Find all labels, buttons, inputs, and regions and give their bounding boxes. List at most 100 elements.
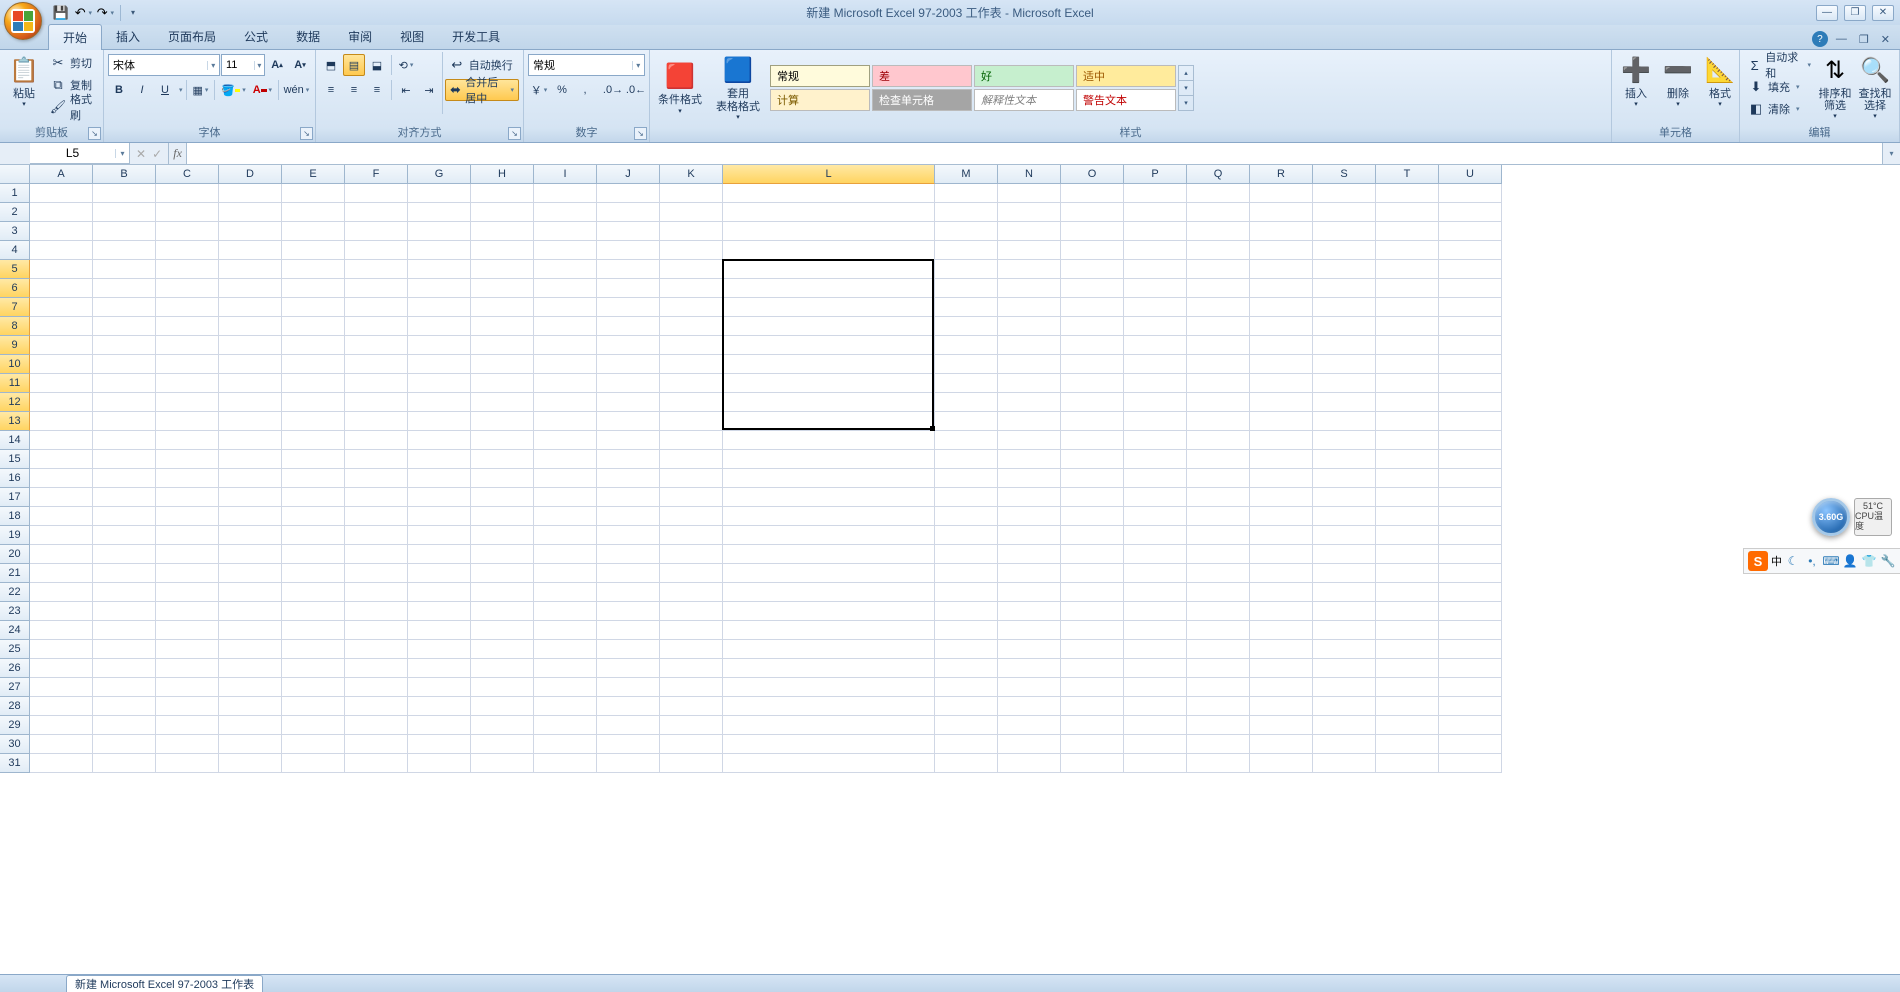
cell[interactable] bbox=[660, 735, 723, 754]
cell[interactable] bbox=[30, 241, 93, 260]
cell[interactable] bbox=[1250, 469, 1313, 488]
cell[interactable] bbox=[219, 564, 282, 583]
cell[interactable] bbox=[660, 507, 723, 526]
cell[interactable] bbox=[1439, 450, 1502, 469]
cell[interactable] bbox=[1124, 754, 1187, 773]
cell[interactable] bbox=[534, 241, 597, 260]
cell[interactable] bbox=[1061, 450, 1124, 469]
cell[interactable] bbox=[345, 659, 408, 678]
number-format-input[interactable] bbox=[529, 59, 632, 71]
cell[interactable] bbox=[723, 298, 935, 317]
cell[interactable] bbox=[1250, 564, 1313, 583]
cell[interactable] bbox=[1124, 336, 1187, 355]
style-warn[interactable]: 警告文本 bbox=[1076, 89, 1176, 111]
cell[interactable] bbox=[219, 374, 282, 393]
cell[interactable] bbox=[597, 260, 660, 279]
cell[interactable] bbox=[1376, 545, 1439, 564]
cell[interactable] bbox=[597, 450, 660, 469]
minimize-ribbon-button[interactable]: — bbox=[1832, 33, 1851, 45]
cell[interactable] bbox=[282, 260, 345, 279]
cell[interactable] bbox=[30, 374, 93, 393]
cell[interactable] bbox=[1313, 564, 1376, 583]
insert-cells-button[interactable]: ➕ 插入 ▾ bbox=[1616, 52, 1656, 110]
cell[interactable] bbox=[723, 735, 935, 754]
cell[interactable] bbox=[1124, 526, 1187, 545]
cell[interactable] bbox=[1439, 279, 1502, 298]
cell[interactable] bbox=[408, 697, 471, 716]
phonetic-button[interactable]: wén▾ bbox=[282, 79, 311, 101]
cell[interactable] bbox=[1376, 241, 1439, 260]
cell[interactable] bbox=[1124, 621, 1187, 640]
cell[interactable] bbox=[1061, 298, 1124, 317]
row-header-19[interactable]: 19 bbox=[0, 526, 30, 545]
cell[interactable] bbox=[723, 526, 935, 545]
cell[interactable] bbox=[1061, 716, 1124, 735]
align-middle-button[interactable]: ▤ bbox=[343, 54, 365, 76]
cell[interactable] bbox=[1061, 754, 1124, 773]
percent-button[interactable]: % bbox=[551, 79, 573, 101]
col-header-S[interactable]: S bbox=[1313, 165, 1376, 184]
cell[interactable] bbox=[1187, 716, 1250, 735]
cell[interactable] bbox=[30, 203, 93, 222]
cell[interactable] bbox=[156, 450, 219, 469]
cell[interactable] bbox=[408, 184, 471, 203]
minimize-button[interactable]: — bbox=[1816, 5, 1838, 21]
cell[interactable] bbox=[597, 412, 660, 431]
cell[interactable] bbox=[998, 450, 1061, 469]
cell[interactable] bbox=[1061, 640, 1124, 659]
cell[interactable] bbox=[408, 507, 471, 526]
sogou-logo-icon[interactable]: S bbox=[1748, 551, 1768, 571]
cell[interactable] bbox=[723, 355, 935, 374]
cell[interactable] bbox=[282, 735, 345, 754]
cell[interactable] bbox=[534, 678, 597, 697]
cell[interactable] bbox=[471, 583, 534, 602]
cell[interactable] bbox=[156, 754, 219, 773]
format-cells-button[interactable]: 📐 格式 ▾ bbox=[1700, 52, 1740, 110]
cell[interactable] bbox=[998, 184, 1061, 203]
align-launcher[interactable]: ↘ bbox=[508, 127, 521, 140]
cell[interactable] bbox=[345, 279, 408, 298]
tab-formulas[interactable]: 公式 bbox=[230, 24, 282, 49]
cell[interactable] bbox=[30, 621, 93, 640]
cell[interactable] bbox=[998, 754, 1061, 773]
cell[interactable] bbox=[282, 222, 345, 241]
cell[interactable] bbox=[30, 488, 93, 507]
cell[interactable] bbox=[282, 754, 345, 773]
cell[interactable] bbox=[219, 279, 282, 298]
cell[interactable] bbox=[93, 317, 156, 336]
cell[interactable] bbox=[660, 374, 723, 393]
cell[interactable] bbox=[1313, 450, 1376, 469]
cell[interactable] bbox=[1187, 184, 1250, 203]
cell[interactable] bbox=[1250, 602, 1313, 621]
cell[interactable] bbox=[1061, 697, 1124, 716]
cell[interactable] bbox=[282, 526, 345, 545]
cell[interactable] bbox=[1061, 184, 1124, 203]
cell[interactable] bbox=[1439, 184, 1502, 203]
cell[interactable] bbox=[156, 222, 219, 241]
cell[interactable] bbox=[1187, 355, 1250, 374]
cell[interactable] bbox=[1124, 697, 1187, 716]
cell[interactable] bbox=[219, 469, 282, 488]
cell[interactable] bbox=[93, 336, 156, 355]
cell[interactable] bbox=[723, 184, 935, 203]
cell[interactable] bbox=[935, 222, 998, 241]
cell[interactable] bbox=[219, 336, 282, 355]
cell[interactable] bbox=[471, 241, 534, 260]
cell[interactable] bbox=[998, 393, 1061, 412]
col-header-M[interactable]: M bbox=[935, 165, 998, 184]
cell[interactable] bbox=[219, 659, 282, 678]
cell[interactable] bbox=[30, 184, 93, 203]
cell[interactable] bbox=[156, 583, 219, 602]
cell[interactable] bbox=[408, 564, 471, 583]
cell[interactable] bbox=[219, 393, 282, 412]
decrease-indent-button[interactable]: ⇤ bbox=[395, 79, 417, 101]
cell[interactable] bbox=[156, 184, 219, 203]
row-header-2[interactable]: 2 bbox=[0, 203, 30, 222]
cut-button[interactable]: ✂剪切 bbox=[46, 52, 99, 74]
col-header-C[interactable]: C bbox=[156, 165, 219, 184]
cell[interactable] bbox=[1250, 279, 1313, 298]
cell[interactable] bbox=[408, 716, 471, 735]
cell[interactable] bbox=[156, 431, 219, 450]
cell[interactable] bbox=[1376, 507, 1439, 526]
keyboard-icon[interactable]: ⌨ bbox=[1823, 553, 1839, 569]
